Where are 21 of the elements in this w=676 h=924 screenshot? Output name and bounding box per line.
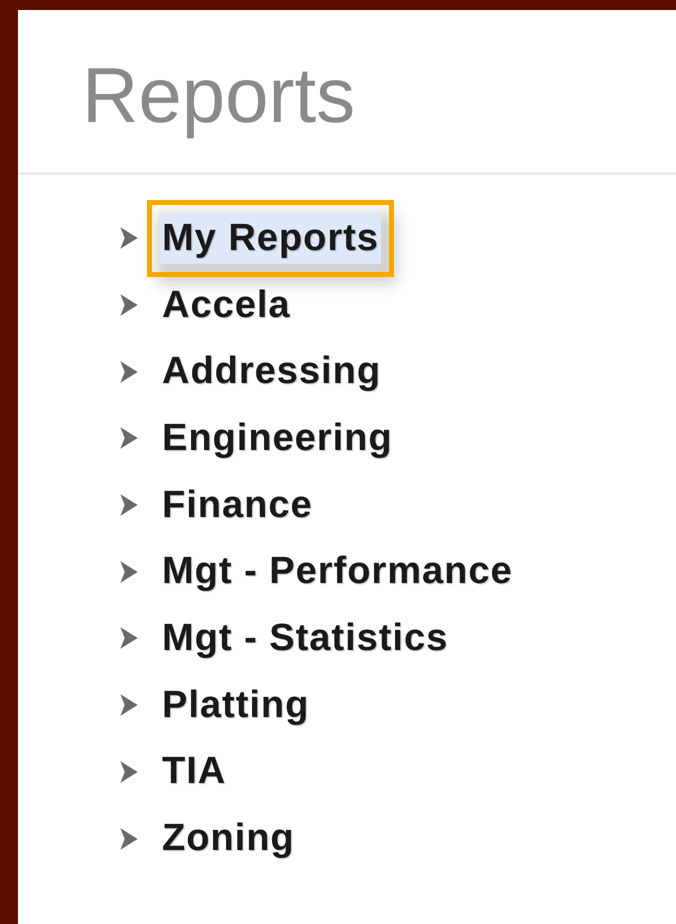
tree-item[interactable]: Mgt - Performance: [160, 546, 515, 598]
tree-item[interactable]: Engineering: [160, 412, 395, 464]
triangle-icon[interactable]: [118, 492, 140, 518]
tree-item[interactable]: Addressing: [160, 346, 384, 398]
tree-item[interactable]: Zoning: [160, 813, 297, 864]
page-title: Reports: [82, 50, 356, 140]
triangle-icon[interactable]: [118, 758, 140, 785]
tree-item[interactable]: TIA: [160, 746, 228, 798]
triangle-icon[interactable]: [118, 826, 140, 852]
triangle-icon[interactable]: [118, 358, 140, 385]
triangle-icon[interactable]: [118, 225, 140, 252]
tree-item[interactable]: Platting: [160, 680, 312, 731]
tree-item[interactable]: My Reports: [160, 212, 381, 264]
triangle-icon[interactable]: [118, 692, 140, 718]
triangle-icon[interactable]: [118, 625, 140, 652]
triangle-icon[interactable]: [118, 558, 140, 585]
triangle-icon[interactable]: [118, 425, 140, 452]
tree-item[interactable]: Finance: [160, 480, 315, 531]
triangle-icon[interactable]: [118, 292, 140, 318]
tree-item[interactable]: Accela: [160, 280, 293, 331]
tree-item[interactable]: Mgt - Statistics: [160, 612, 450, 664]
